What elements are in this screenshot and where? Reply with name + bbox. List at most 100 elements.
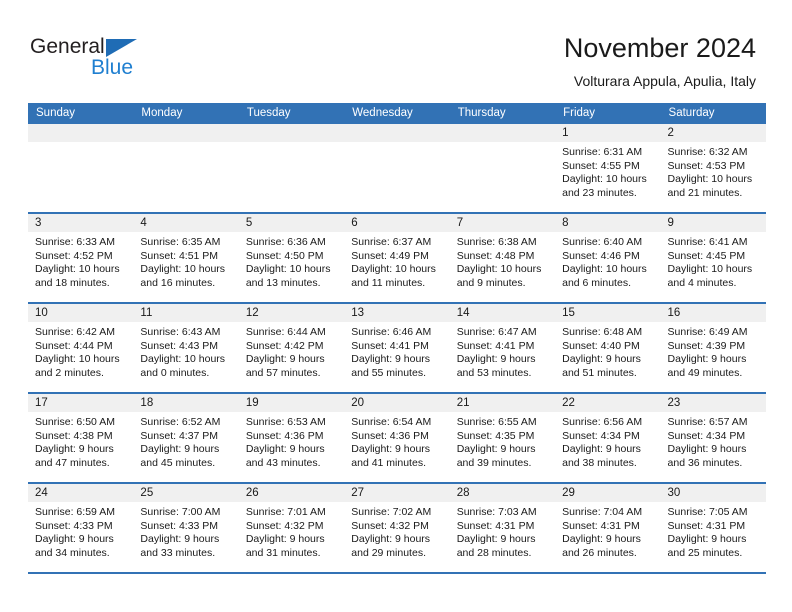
calendar-day-cell[interactable]: 17 Sunrise: 6:50 AM Sunset: 4:38 PM Dayligh…: [28, 394, 134, 482]
daylight-text-line1: Daylight: 9 hours: [456, 443, 536, 456]
day-details: Sunrise: 6:54 AM Sunset: 4:36 PM Daylight:…: [344, 412, 449, 470]
sunrise-text: Sunrise: 6:40 AM: [562, 236, 643, 248]
calendar-day-cell[interactable]: 29 Sunrise: 7:04 AM Sunset: 4:31 PM Dayligh…: [555, 484, 661, 572]
calendar-week-row: 17 Sunrise: 6:50 AM Sunset: 4:38 PM Dayligh…: [28, 392, 766, 482]
sunrise-text: Sunrise: 6:46 AM: [351, 326, 432, 338]
calendar-day-cell[interactable]: 2 Sunrise: 6:32 AM Sunset: 4:53 PM Daylight…: [660, 124, 766, 212]
weeks-container: 1 Sunrise: 6:31 AM Sunset: 4:55 PM Daylight…: [28, 124, 766, 572]
day-details: Sunrise: 6:55 AM Sunset: 4:35 PM Daylight:…: [450, 412, 555, 470]
page-header: General Blue November 2024 Volturara App…: [0, 0, 792, 100]
day-number: 5: [238, 214, 345, 232]
calendar-day-cell[interactable]: 23 Sunrise: 6:57 AM Sunset: 4:34 PM Dayligh…: [660, 394, 766, 482]
daylight-text-line1: Daylight: 9 hours: [456, 353, 536, 366]
sunrise-text: Sunrise: 6:42 AM: [35, 326, 115, 338]
calendar-day-cell[interactable]: 27 Sunrise: 7:02 AM Sunset: 4:32 PM Dayligh…: [344, 484, 450, 572]
calendar-day-cell[interactable]: 22 Sunrise: 6:56 AM Sunset: 4:34 PM Dayligh…: [555, 394, 661, 482]
day-number: 4: [133, 214, 239, 232]
sunrise-text: Sunrise: 6:56 AM: [562, 416, 643, 428]
daylight-text-line2: and 29 minutes.: [351, 546, 426, 559]
calendar-day-cell[interactable]: 10 Sunrise: 6:42 AM Sunset: 4:44 PM Dayligh…: [28, 304, 134, 392]
calendar-day-cell[interactable]: 13 Sunrise: 6:46 AM Sunset: 4:41 PM Dayligh…: [344, 304, 450, 392]
sunrise-text: Sunrise: 6:36 AM: [245, 236, 326, 248]
day-number: [133, 124, 239, 142]
day-number: [344, 124, 450, 142]
calendar-week-inner: 10 Sunrise: 6:42 AM Sunset: 4:44 PM Dayligh…: [28, 304, 766, 392]
location-subtitle: Volturara Appula, Apulia, Italy: [573, 73, 756, 89]
calendar-day-cell[interactable]: 16 Sunrise: 6:49 AM Sunset: 4:39 PM Dayligh…: [660, 304, 766, 392]
sunrise-text: Sunrise: 6:48 AM: [562, 326, 643, 338]
sunrise-text: Sunrise: 6:52 AM: [140, 416, 221, 428]
day-number: 27: [344, 484, 450, 502]
daylight-text-line2: and 47 minutes.: [35, 456, 110, 469]
day-number: [449, 124, 556, 142]
day-number: 20: [344, 394, 450, 412]
sunset-text: Sunset: 4:40 PM: [562, 339, 640, 352]
sunset-text: Sunset: 4:37 PM: [140, 429, 219, 442]
day-details: Sunrise: 6:59 AM Sunset: 4:33 PM Daylight:…: [28, 502, 133, 560]
calendar-day-cell[interactable]: 11 Sunrise: 6:43 AM Sunset: 4:43 PM Dayligh…: [133, 304, 239, 392]
calendar-day-cell[interactable]: 19 Sunrise: 6:53 AM Sunset: 4:36 PM Dayligh…: [238, 394, 345, 482]
sunset-text: Sunset: 4:39 PM: [667, 339, 746, 352]
weekday-friday: Friday: [563, 107, 596, 119]
sunset-text: Sunset: 4:48 PM: [456, 249, 535, 262]
calendar-day-cell[interactable]: 14 Sunrise: 6:47 AM Sunset: 4:41 PM Dayligh…: [449, 304, 556, 392]
sunset-text: Sunset: 4:46 PM: [562, 249, 640, 262]
calendar-day-cell[interactable]: 8 Sunrise: 6:40 AM Sunset: 4:46 PM Daylight…: [555, 214, 661, 302]
calendar-day-cell[interactable]: 3 Sunrise: 6:33 AM Sunset: 4:52 PM Daylight…: [28, 214, 134, 302]
calendar-day-cell[interactable]: 25 Sunrise: 7:00 AM Sunset: 4:33 PM Dayligh…: [133, 484, 239, 572]
daylight-text-line1: Daylight: 9 hours: [456, 533, 536, 546]
sunset-text: Sunset: 4:55 PM: [562, 159, 640, 172]
calendar-day-cell[interactable]: 15 Sunrise: 6:48 AM Sunset: 4:40 PM Dayligh…: [555, 304, 661, 392]
day-number: 8: [555, 214, 661, 232]
calendar-day-cell[interactable]: 9 Sunrise: 6:41 AM Sunset: 4:45 PM Daylight…: [660, 214, 766, 302]
sunrise-text: Sunrise: 7:02 AM: [351, 506, 432, 518]
day-number: 12: [238, 304, 345, 322]
day-details: Sunrise: 6:33 AM Sunset: 4:52 PM Daylight:…: [28, 232, 133, 290]
calendar-day-cell[interactable]: 7 Sunrise: 6:38 AM Sunset: 4:48 PM Daylight…: [449, 214, 556, 302]
calendar-day-cell[interactable]: 6 Sunrise: 6:37 AM Sunset: 4:49 PM Daylight…: [344, 214, 450, 302]
daylight-text-line1: Daylight: 10 hours: [456, 263, 542, 276]
day-details: Sunrise: 7:01 AM Sunset: 4:32 PM Daylight:…: [239, 502, 344, 560]
day-details: Sunrise: 6:42 AM Sunset: 4:44 PM Daylight:…: [28, 322, 133, 380]
sunset-text: Sunset: 4:36 PM: [245, 429, 324, 442]
daylight-text-line2: and 18 minutes.: [35, 276, 110, 289]
daylight-text-line1: Daylight: 9 hours: [35, 533, 114, 546]
calendar-day-cell[interactable]: 20 Sunrise: 6:54 AM Sunset: 4:36 PM Dayligh…: [344, 394, 450, 482]
daylight-text-line2: and 31 minutes.: [245, 546, 321, 559]
calendar-day-cell[interactable]: 18 Sunrise: 6:52 AM Sunset: 4:37 PM Dayligh…: [133, 394, 239, 482]
sunrise-text: Sunrise: 7:05 AM: [667, 506, 748, 518]
calendar-day-cell[interactable]: 30 Sunrise: 7:05 AM Sunset: 4:31 PM Dayligh…: [660, 484, 766, 572]
calendar-page: General Blue November 2024 Volturara App…: [0, 0, 792, 612]
sunset-text: Sunset: 4:45 PM: [667, 249, 746, 262]
day-number: 26: [238, 484, 345, 502]
daylight-text-line2: and 39 minutes.: [456, 456, 532, 469]
calendar-day-cell[interactable]: 24 Sunrise: 6:59 AM Sunset: 4:33 PM Dayligh…: [28, 484, 134, 572]
page-title: November 2024: [563, 33, 756, 63]
grid-bottom-rule: [28, 572, 766, 574]
day-number: [28, 124, 134, 142]
sunset-text: Sunset: 4:53 PM: [667, 159, 746, 172]
daylight-text-line2: and 0 minutes.: [140, 366, 210, 379]
calendar-day-cell[interactable]: 5 Sunrise: 6:36 AM Sunset: 4:50 PM Daylight…: [238, 214, 345, 302]
daylight-text-line2: and 25 minutes.: [667, 546, 743, 559]
daylight-text-line2: and 41 minutes.: [351, 456, 426, 469]
sunset-text: Sunset: 4:41 PM: [456, 339, 535, 352]
sunset-text: Sunset: 4:49 PM: [351, 249, 429, 262]
sunset-text: Sunset: 4:34 PM: [562, 429, 640, 442]
calendar-day-cell[interactable]: 26 Sunrise: 7:01 AM Sunset: 4:32 PM Dayligh…: [238, 484, 345, 572]
daylight-text-line1: Daylight: 10 hours: [562, 173, 647, 186]
day-details: Sunrise: 6:50 AM Sunset: 4:38 PM Daylight:…: [28, 412, 133, 470]
calendar-day-cell[interactable]: 4 Sunrise: 6:35 AM Sunset: 4:51 PM Daylight…: [133, 214, 239, 302]
calendar-day-cell[interactable]: 12 Sunrise: 6:44 AM Sunset: 4:42 PM Dayligh…: [238, 304, 345, 392]
sunrise-text: Sunrise: 6:41 AM: [667, 236, 748, 248]
weekday-tuesday: Tuesday: [246, 107, 291, 119]
day-details: Sunrise: 6:46 AM Sunset: 4:41 PM Daylight:…: [344, 322, 449, 380]
sunrise-text: Sunrise: 6:53 AM: [245, 416, 326, 428]
generalblue-logo[interactable]: General Blue: [30, 36, 145, 82]
calendar-day-cell[interactable]: 28 Sunrise: 7:03 AM Sunset: 4:31 PM Dayligh…: [449, 484, 556, 572]
calendar-day-cell[interactable]: 21 Sunrise: 6:55 AM Sunset: 4:35 PM Dayligh…: [449, 394, 556, 482]
day-number: 18: [133, 394, 239, 412]
day-number: 13: [344, 304, 450, 322]
day-details: Sunrise: 6:40 AM Sunset: 4:46 PM Daylight:…: [555, 232, 660, 290]
calendar-day-cell[interactable]: 1 Sunrise: 6:31 AM Sunset: 4:55 PM Daylight…: [555, 124, 661, 212]
